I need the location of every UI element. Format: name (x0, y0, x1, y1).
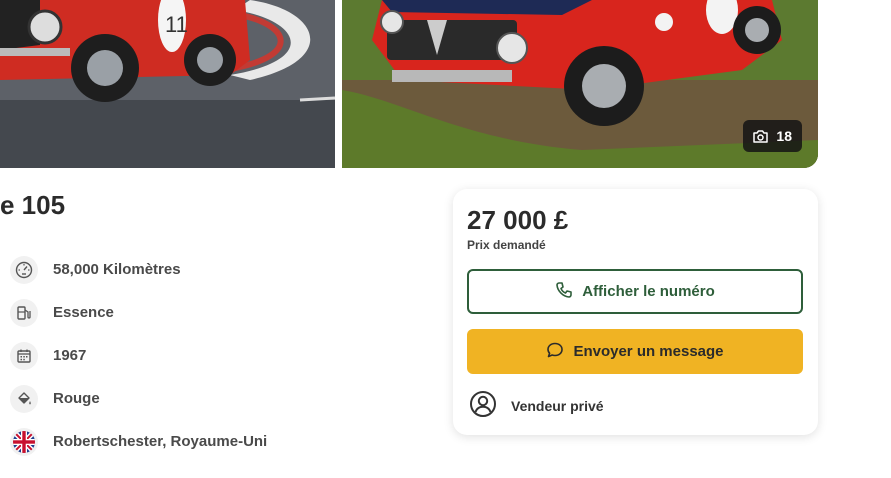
spec-mileage: 58,000 Kilomètres (10, 248, 267, 291)
uk-flag-icon (10, 427, 38, 456)
spec-color-label: Rouge (53, 390, 100, 407)
send-message-label: Envoyer un message (573, 343, 724, 360)
gallery-photo-secondary[interactable]: 18 (342, 0, 818, 168)
user-avatar-icon (469, 390, 497, 421)
svg-text:11: 11 (165, 12, 188, 37)
send-message-button[interactable]: Envoyer un message (467, 329, 803, 374)
price-card: 27 000 £ Prix demandé Afficher le numéro… (453, 189, 818, 435)
camera-icon (753, 129, 769, 143)
chat-bubble-icon (546, 341, 564, 363)
gallery-photo-main[interactable]: 11 (0, 0, 335, 168)
spec-list: 58,000 Kilomètres Essence 1967 Rouge Rob… (10, 248, 267, 463)
spec-location: Robertschester, Royaume-Uni (10, 420, 267, 463)
photo-count-label: 18 (776, 128, 792, 144)
seller-info: Vendeur privé (469, 390, 604, 421)
spec-year-label: 1967 (53, 347, 87, 364)
fuel-pump-icon (10, 298, 38, 327)
phone-icon (555, 281, 573, 303)
spec-year: 1967 (10, 334, 267, 377)
spec-color: Rouge (10, 377, 267, 420)
odometer-icon (10, 255, 38, 284)
car-photo-track: 11 (0, 0, 335, 168)
spec-location-label: Robertschester, Royaume-Uni (53, 433, 268, 450)
show-number-label: Afficher le numéro (582, 283, 715, 300)
spec-fuel-label: Essence (53, 304, 114, 321)
paint-bucket-icon (10, 384, 38, 413)
seller-type-label: Vendeur privé (511, 397, 604, 414)
spec-mileage-label: 58,000 Kilomètres (53, 261, 181, 278)
price-value: 27 000 £ (467, 205, 569, 235)
photo-count-badge[interactable]: 18 (743, 120, 802, 152)
calendar-icon (10, 341, 38, 370)
spec-fuel: Essence (10, 291, 267, 334)
listing-title: e 105 (0, 190, 66, 220)
price-label: Prix demandé (467, 238, 546, 252)
show-number-button[interactable]: Afficher le numéro (467, 269, 803, 314)
